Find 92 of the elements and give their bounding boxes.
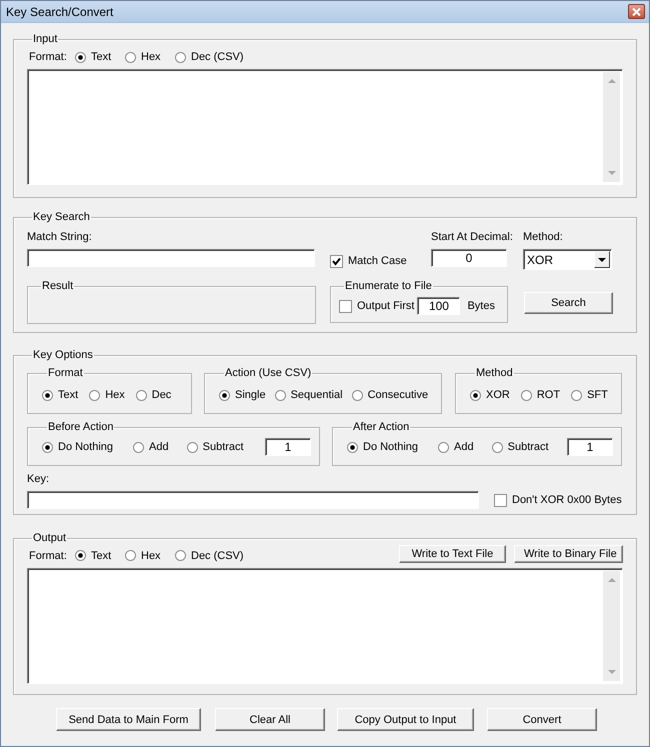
group-title: Output (32, 532, 68, 545)
radio-label: Do Nothing (58, 441, 114, 453)
radio-label: Hex (141, 51, 161, 63)
radio-button[interactable] (438, 442, 450, 452)
radio-button[interactable] (89, 390, 100, 400)
field-label: Method: (523, 231, 564, 243)
action-button[interactable]: Send Data to Main Form (56, 708, 201, 731)
radio-label: Subtract (202, 441, 244, 453)
group-title: Key Search (32, 211, 91, 224)
scroll-up-icon[interactable] (608, 79, 616, 83)
radio-button[interactable] (125, 52, 136, 62)
radio-label: ROT (536, 389, 560, 401)
radio-button[interactable] (492, 442, 503, 452)
scroll-up-icon[interactable] (608, 578, 616, 582)
radio-label: Consecutive (368, 389, 428, 401)
radio-label: XOR (486, 389, 510, 401)
radio-label: Dec (152, 389, 172, 401)
checkbox[interactable] (494, 494, 507, 506)
window-title: Key Search/Convert (6, 4, 114, 18)
input-field[interactable] (27, 249, 315, 267)
checkbox-label: Output First (357, 300, 414, 312)
radio-button[interactable] (520, 390, 532, 400)
group-title: Input (32, 33, 58, 46)
text-area[interactable] (27, 568, 623, 684)
close-icon (632, 8, 641, 16)
group-title: Enumerate to File (344, 280, 433, 293)
radio-button[interactable] (133, 442, 144, 452)
field-label: Match String: (27, 231, 93, 243)
dropdown-button[interactable] (594, 251, 610, 268)
checkbox-label: Match Case (348, 255, 407, 267)
action-button[interactable]: Convert (487, 708, 597, 731)
radio-button[interactable] (347, 442, 358, 452)
checkbox[interactable] (339, 300, 352, 312)
action-button[interactable]: Copy Output to Input (337, 708, 474, 731)
radio-label: Single (235, 389, 266, 401)
group-title: Result (41, 280, 74, 293)
checkbox[interactable] (330, 254, 343, 268)
close-button[interactable] (628, 4, 645, 19)
radio-label: Add (149, 441, 169, 453)
radio-button[interactable] (42, 390, 53, 400)
method-dropdown[interactable]: XOR (523, 249, 612, 270)
radio-label: Text (58, 389, 78, 401)
input-field[interactable]: 1 (567, 438, 613, 456)
radio-button[interactable] (75, 52, 86, 62)
radio-button[interactable] (175, 550, 186, 561)
input-field[interactable]: 0 (431, 249, 507, 267)
input-field[interactable]: 100 (417, 297, 460, 315)
format-label: Format: (29, 550, 68, 562)
radio-button[interactable] (470, 390, 481, 400)
format-label: Format: (29, 51, 68, 63)
radio-button[interactable] (175, 52, 186, 62)
write-button[interactable]: Write to Binary File (514, 545, 623, 563)
radio-label: Hex (105, 389, 125, 401)
input-field[interactable] (27, 491, 479, 509)
radio-label: Dec (CSV) (191, 51, 244, 63)
radio-button[interactable] (219, 390, 230, 400)
scrollbar[interactable] (603, 72, 620, 182)
scroll-down-icon[interactable] (608, 670, 616, 674)
scroll-down-icon[interactable] (608, 171, 616, 175)
radio-label: Sequential (290, 389, 343, 401)
radio-button[interactable] (186, 442, 198, 452)
radio-label: Subtract (508, 441, 549, 453)
group-title: Before Action (47, 421, 114, 434)
radio-label: Dec (CSV) (191, 550, 244, 562)
checkbox-label: Don't XOR 0x00 Bytes (512, 494, 622, 506)
group-title: Key Options (32, 349, 94, 362)
radio-button[interactable] (571, 390, 582, 400)
scrollbar[interactable] (603, 571, 620, 681)
radio-button[interactable] (75, 550, 86, 561)
input-field[interactable]: 1 (265, 438, 311, 456)
group-title: Action (Use CSV) (224, 367, 312, 380)
radio-button[interactable] (136, 390, 147, 400)
radio-label: Hex (141, 550, 161, 562)
action-button[interactable]: Clear All (215, 708, 325, 731)
group-title: After Action (352, 421, 410, 434)
radio-label: SFT (587, 389, 608, 401)
write-button[interactable]: Write to Text File (399, 545, 506, 563)
search-button[interactable]: Search (524, 292, 613, 314)
radio-button[interactable] (274, 390, 286, 400)
group-title: Format (47, 367, 84, 380)
caret-icon (598, 258, 606, 262)
radio-label: Text (91, 51, 112, 63)
radio-label: Add (454, 441, 474, 453)
text-area[interactable] (27, 69, 623, 185)
unit-label: Bytes (467, 300, 495, 312)
field-label: Key: (27, 473, 50, 485)
radio-button[interactable] (125, 550, 136, 561)
radio-label: Text (91, 550, 112, 562)
radio-label: Do Nothing (363, 441, 418, 453)
radio-button[interactable] (352, 390, 363, 400)
radio-button[interactable] (42, 442, 53, 452)
group-title: Method (475, 367, 514, 380)
